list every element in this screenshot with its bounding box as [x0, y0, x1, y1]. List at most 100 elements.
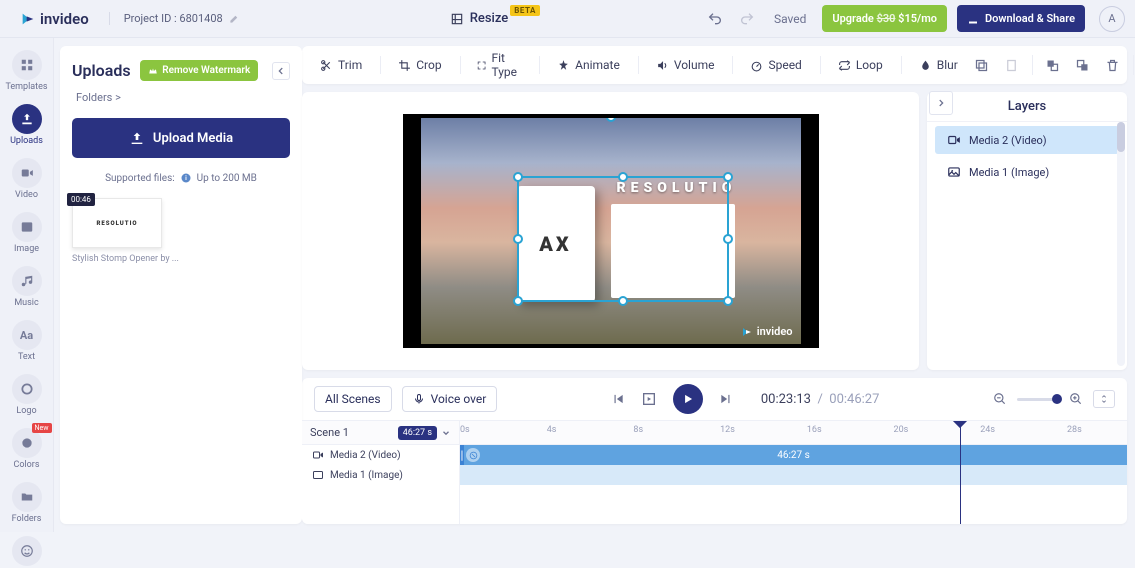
tool-speed[interactable]: Speed — [728, 52, 811, 78]
layer-row-1[interactable]: Media 2 (Video) — [935, 126, 1119, 154]
selection-box[interactable] — [517, 176, 729, 302]
tool-volume[interactable]: Volume — [634, 52, 725, 78]
zoom-out-icon — [993, 392, 1007, 406]
tool-bar: Trim Crop Fit Type Animate Volume Speed … — [302, 46, 1127, 84]
frame-icon — [641, 391, 657, 407]
new-badge: New — [32, 423, 52, 433]
mic-icon — [413, 393, 425, 405]
zoom-slider[interactable] — [1017, 398, 1059, 401]
zoom-in-button[interactable] — [1069, 392, 1083, 406]
undo-button[interactable] — [704, 8, 726, 30]
zoom-out-button[interactable] — [993, 392, 1007, 406]
next-icon — [719, 392, 733, 406]
paste-button[interactable] — [1002, 55, 1022, 75]
sidebar-item-uploads[interactable]: Uploads — [5, 102, 49, 148]
prev-button[interactable] — [611, 392, 625, 406]
sidebar-item-logo[interactable]: Logo — [5, 372, 49, 418]
remove-watermark-button[interactable]: Remove Watermark — [140, 60, 258, 81]
timeline-panel: All Scenes Voice over 00:23:13 / 00:46:2… — [302, 378, 1127, 524]
resize-handle-br[interactable] — [723, 296, 733, 306]
blur-icon — [919, 59, 932, 72]
uploads-panel: Uploads Remove Watermark Folders > Uploa… — [60, 46, 302, 524]
timecode: 00:23:13 / 00:46:27 — [761, 392, 880, 407]
video-canvas[interactable]: AX RESOLUTIO — [403, 114, 819, 348]
loop-icon — [838, 59, 851, 72]
upload-media-button[interactable]: Upload Media — [72, 118, 290, 158]
play-icon — [681, 392, 695, 406]
scene-duration-pill: 46:27 s — [398, 426, 437, 440]
rotate-handle[interactable] — [606, 114, 616, 122]
timeline-track-label-1[interactable]: Media 2 (Video) — [302, 445, 459, 465]
next-button[interactable] — [719, 392, 733, 406]
resize-handle-r[interactable] — [723, 234, 733, 244]
tool-animate[interactable]: Animate — [535, 52, 630, 78]
tool-loop[interactable]: Loop — [816, 52, 893, 78]
clip-handle-left[interactable]: | — [460, 445, 464, 465]
image-icon — [20, 220, 34, 234]
sidebar-item-text[interactable]: Aa Text — [5, 318, 49, 364]
upgrade-button[interactable]: Upgrade $30 $15/mo — [822, 5, 947, 32]
brand-logo[interactable]: invideo — [10, 10, 99, 28]
canvas-watermark: invideo — [741, 325, 793, 338]
colors-icon — [20, 436, 34, 450]
sidebar-item-image[interactable]: Image — [5, 210, 49, 256]
layers-scrollbar-thumb[interactable] — [1117, 122, 1125, 152]
delete-button[interactable] — [1103, 55, 1123, 75]
folders-breadcrumb[interactable]: Folders > — [76, 91, 290, 104]
frame-back-button[interactable] — [641, 391, 657, 407]
scene-header[interactable]: Scene 1 46:27 s — [302, 421, 459, 445]
timeline-expand-button[interactable] — [1093, 390, 1115, 408]
emoji-icon — [20, 544, 34, 558]
sidebar-item-folders[interactable]: Folders — [5, 480, 49, 526]
canvas-area[interactable]: AX RESOLUTIO — [302, 92, 919, 370]
project-id[interactable]: Project ID : 6801408 — [109, 12, 240, 25]
resize-button[interactable]: Resize BETA — [450, 11, 540, 26]
play-button[interactable] — [673, 384, 703, 414]
timeline-clip-2[interactable] — [460, 465, 1127, 485]
collapse-panel-button[interactable] — [272, 62, 290, 80]
copy-button[interactable] — [972, 55, 992, 75]
layers-scrollbar-track[interactable] — [1117, 122, 1125, 366]
timeline-playhead[interactable] — [960, 421, 961, 524]
user-avatar[interactable]: A — [1099, 6, 1125, 32]
top-bar: invideo Project ID : 6801408 Resize BETA… — [0, 0, 1135, 38]
timeline-ruler[interactable]: 0s 4s 8s 12s 16s 20s 24s 28s — [460, 421, 1127, 445]
bring-forward-button[interactable] — [1043, 55, 1063, 75]
resize-handle-tl[interactable] — [513, 172, 523, 182]
sidebar-item-music[interactable]: Music — [5, 264, 49, 310]
timeline-track-label-2[interactable]: Media 1 (Image) — [302, 465, 459, 485]
sidebar-item-colors[interactable]: New Colors — [5, 426, 49, 472]
resize-handle-t[interactable] — [618, 172, 628, 182]
tool-trim[interactable]: Trim — [310, 54, 372, 76]
logo-icon — [20, 382, 34, 396]
tool-fit-type[interactable]: Fit Type — [456, 47, 532, 83]
sidebar-item-templates[interactable]: Templates — [5, 48, 49, 94]
download-share-button[interactable]: Download & Share — [957, 5, 1085, 32]
tool-blur[interactable]: Blur — [897, 52, 968, 78]
layer-row-2[interactable]: Media 1 (Image) — [935, 158, 1119, 186]
chevron-down-icon[interactable] — [441, 428, 451, 438]
thumbnail-caption: Stylish Stomp Opener by ... — [72, 254, 290, 264]
tool-crop[interactable]: Crop — [376, 52, 451, 78]
layers-panel: Layers Media 2 (Video) Media 1 (Image) — [927, 92, 1127, 370]
voice-over-button[interactable]: Voice over — [402, 386, 498, 412]
redo-button[interactable] — [736, 8, 758, 30]
resize-handle-bl[interactable] — [513, 296, 523, 306]
zoom-slider-thumb[interactable] — [1052, 394, 1062, 404]
resize-handle-b[interactable] — [618, 296, 628, 306]
clip-lock-icon[interactable] — [466, 448, 480, 462]
media-thumbnail[interactable]: 00:46 RESOLUTIO Stylish Stomp Opener by … — [72, 198, 290, 264]
brand-text: invideo — [40, 10, 89, 28]
expand-icon — [1098, 394, 1110, 404]
send-backward-button[interactable] — [1073, 55, 1093, 75]
resize-handle-tr[interactable] — [723, 172, 733, 182]
timeline-clip-1[interactable]: 46:27 s | — [460, 445, 1127, 465]
sidebar-item-more[interactable] — [5, 534, 49, 568]
sidebar-item-video[interactable]: Video — [5, 156, 49, 202]
crop-icon — [398, 59, 411, 72]
timeline-tracks-area[interactable]: 0s 4s 8s 12s 16s 20s 24s 28s 46:27 s | — [460, 421, 1127, 524]
layer-front-icon — [1045, 58, 1060, 73]
info-icon[interactable]: i — [180, 172, 192, 184]
all-scenes-button[interactable]: All Scenes — [314, 386, 392, 412]
resize-handle-l[interactable] — [513, 234, 523, 244]
